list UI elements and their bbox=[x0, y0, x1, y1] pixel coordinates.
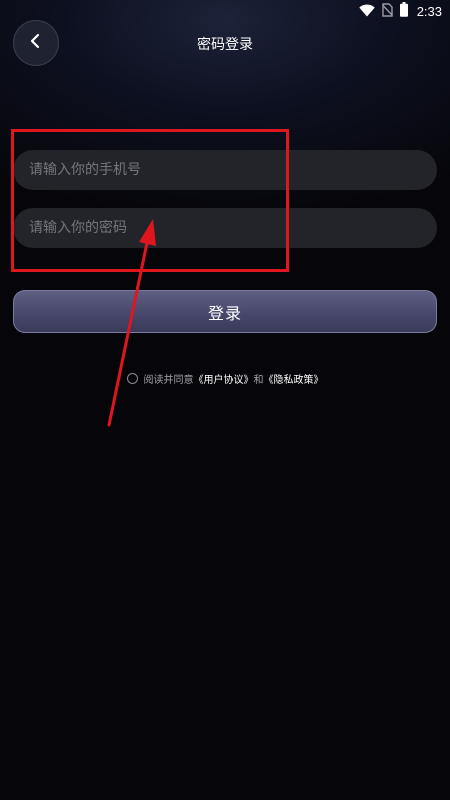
annotation-arrow bbox=[107, 219, 156, 427]
